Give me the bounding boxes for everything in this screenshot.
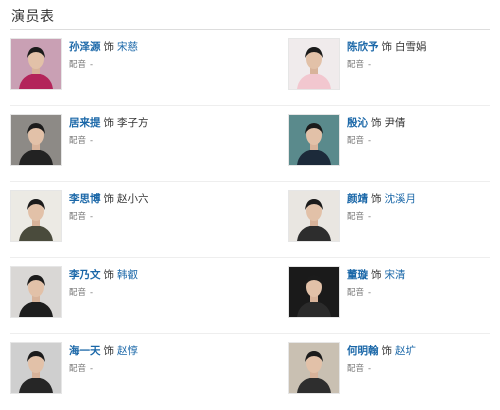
role-name-link[interactable]: 赵惇 — [117, 345, 138, 357]
cast-info: 何明翰饰赵圹配音 - — [347, 344, 500, 374]
cast-card: 李乃文饰韩叡配音 - — [10, 258, 240, 334]
cast-card: 何明翰饰赵圹配音 - — [288, 334, 500, 410]
actor-photo[interactable] — [10, 190, 62, 242]
dubbing-value: - — [368, 60, 372, 70]
as-label: 饰 — [371, 117, 382, 129]
as-label: 饰 — [103, 41, 115, 53]
cast-info: 居来提饰李子方配音 - — [69, 116, 239, 146]
role-name-link[interactable]: 宋清 — [385, 269, 406, 281]
actor-name-link[interactable]: 孙泽源 — [69, 41, 101, 53]
dubbing-line: 配音 - — [69, 286, 239, 298]
as-label: 饰 — [381, 345, 393, 357]
as-label: 饰 — [103, 193, 115, 205]
dubbing-value: - — [90, 136, 94, 146]
as-label: 饰 — [103, 117, 115, 129]
actor-name-link[interactable]: 何明翰 — [347, 345, 379, 357]
dubbing-label: 配音 — [69, 60, 87, 70]
role-name-link[interactable]: 宋慈 — [117, 41, 138, 53]
cast-card: 海一天饰赵惇配音 - — [10, 334, 240, 410]
cast-row: 居来提饰李子方 配音 - 殷沁饰尹倩 配音 - — [0, 106, 500, 182]
dubbing-label: 配音 — [69, 212, 87, 222]
actor-photo[interactable] — [10, 114, 62, 166]
dubbing-value: - — [368, 212, 372, 222]
role-name-link[interactable]: 沈溪月 — [385, 193, 417, 205]
actor-name-link[interactable]: 颜靖 — [347, 193, 368, 205]
actor-name-link[interactable]: 李乃文 — [69, 269, 101, 281]
dubbing-label: 配音 — [69, 364, 87, 374]
as-label: 饰 — [371, 193, 382, 205]
actor-photo[interactable] — [10, 266, 62, 318]
actor-photo[interactable] — [10, 342, 62, 394]
dubbing-label: 配音 — [69, 288, 87, 298]
role-name: 尹倩 — [384, 117, 406, 129]
dubbing-label: 配音 — [69, 136, 87, 146]
dubbing-line: 配音 - — [69, 134, 239, 146]
actor-photo[interactable] — [288, 342, 340, 394]
actor-name-link[interactable]: 董璇 — [347, 269, 368, 281]
actor-name-link[interactable]: 海一天 — [69, 345, 101, 357]
dubbing-value: - — [368, 288, 372, 298]
as-label: 饰 — [371, 269, 382, 281]
dubbing-line: 配音 - — [69, 210, 239, 222]
dubbing-label: 配音 — [347, 136, 365, 146]
section-title: 演员表 — [11, 9, 55, 25]
cast-row: 孙泽源饰宋慈 配音 - 陈欣予饰白雪娟 配音 - — [0, 30, 500, 106]
cast-row: 李思博饰赵小六 配音 - 颜靖饰沈溪月 配音 - — [0, 182, 500, 258]
as-label: 饰 — [103, 345, 115, 357]
dubbing-line: 配音 - — [69, 58, 239, 70]
role-name-link[interactable]: 赵圹 — [395, 345, 416, 357]
cast-card: 居来提饰李子方配音 - — [10, 106, 240, 182]
dubbing-value: - — [368, 136, 372, 146]
cast-card: 孙泽源饰宋慈配音 - — [10, 30, 240, 106]
role-name: 李子方 — [117, 117, 149, 129]
dubbing-value: - — [90, 212, 94, 222]
dubbing-line: 配音 - — [347, 362, 500, 374]
cast-info: 殷沁饰尹倩配音 - — [347, 116, 500, 146]
role-name-link[interactable]: 韩叡 — [117, 269, 138, 281]
dubbing-line: 配音 - — [347, 286, 500, 298]
as-label: 饰 — [381, 41, 393, 53]
as-label: 饰 — [103, 269, 115, 281]
cast-info: 孙泽源饰宋慈配音 - — [69, 40, 239, 70]
cast-info: 海一天饰赵惇配音 - — [69, 344, 239, 374]
actor-photo[interactable] — [288, 114, 340, 166]
dubbing-line: 配音 - — [347, 58, 500, 70]
actor-photo[interactable] — [288, 266, 340, 318]
dubbing-line: 配音 - — [69, 362, 239, 374]
cast-info: 董璇饰宋清配音 - — [347, 268, 500, 298]
role-name: 赵小六 — [117, 193, 149, 205]
dubbing-line: 配音 - — [347, 134, 500, 146]
actor-name-link[interactable]: 李思博 — [69, 193, 101, 205]
actor-photo[interactable] — [10, 38, 62, 90]
cast-card: 陈欣予饰白雪娟配音 - — [288, 30, 500, 106]
dubbing-value: - — [90, 364, 94, 374]
dubbing-line: 配音 - — [347, 210, 500, 222]
dubbing-value: - — [90, 288, 94, 298]
cast-info: 颜靖饰沈溪月配音 - — [347, 192, 500, 222]
dubbing-value: - — [90, 60, 94, 70]
cast-info: 李思博饰赵小六配音 - — [69, 192, 239, 222]
role-name: 白雪娟 — [395, 41, 427, 53]
actor-name-link[interactable]: 殷沁 — [347, 117, 368, 129]
dubbing-label: 配音 — [347, 60, 365, 70]
dubbing-label: 配音 — [347, 364, 365, 374]
actor-photo[interactable] — [288, 190, 340, 242]
cast-info: 李乃文饰韩叡配音 - — [69, 268, 239, 298]
dubbing-value: - — [368, 364, 372, 374]
dubbing-label: 配音 — [347, 288, 365, 298]
cast-info: 陈欣予饰白雪娟配音 - — [347, 40, 500, 70]
actor-name-link[interactable]: 陈欣予 — [347, 41, 379, 53]
cast-card: 李思博饰赵小六配音 - — [10, 182, 240, 258]
actor-photo[interactable] — [288, 38, 340, 90]
dubbing-label: 配音 — [347, 212, 365, 222]
cast-row: 李乃文饰韩叡 配音 - 董璇饰宋清 配音 - — [0, 258, 500, 334]
cast-card: 殷沁饰尹倩配音 - — [288, 106, 500, 182]
cast-card: 颜靖饰沈溪月配音 - — [288, 182, 500, 258]
actor-name-link[interactable]: 居来提 — [69, 117, 101, 129]
cast-row: 海一天饰赵惇 配音 - 何明翰饰赵圹 配音 - — [0, 334, 500, 410]
cast-card: 董璇饰宋清配音 - — [288, 258, 500, 334]
